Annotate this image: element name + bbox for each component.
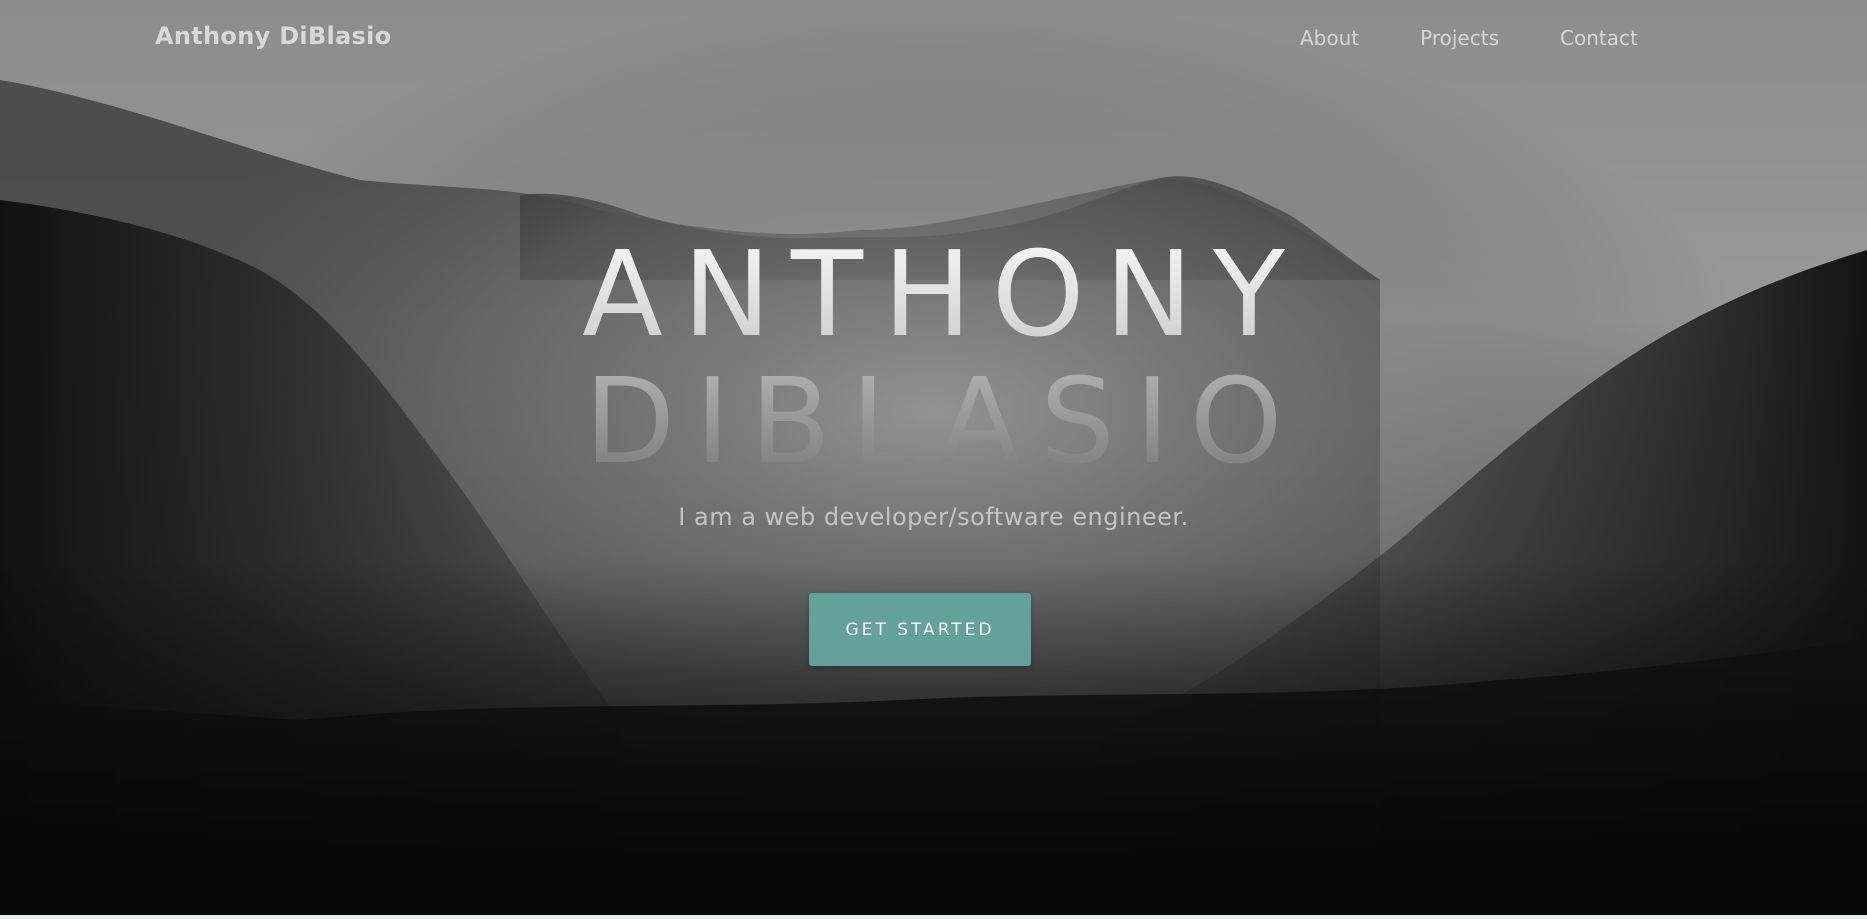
nav-link-contact[interactable]: Contact <box>1560 26 1638 50</box>
page-bottom-divider <box>0 915 1867 919</box>
navbar: Anthony DiBlasio About Projects Contact <box>0 0 1867 76</box>
hero-section: Anthony DiBlasio About Projects Contact … <box>0 0 1867 915</box>
hero-title-last-name: DIBLASIO <box>0 352 1867 490</box>
get-started-button[interactable]: GET STARTED <box>809 593 1031 666</box>
hero-tagline: I am a web developer/software engineer. <box>678 503 1189 531</box>
hero-title-first-name: ANTHONY <box>0 225 1867 363</box>
nav-link-about[interactable]: About <box>1300 26 1359 50</box>
brand-link[interactable]: Anthony DiBlasio <box>155 22 391 50</box>
page: Anthony DiBlasio About Projects Contact … <box>0 0 1867 919</box>
nav-link-projects[interactable]: Projects <box>1420 26 1499 50</box>
nav-links: About Projects Contact <box>1300 26 1638 50</box>
